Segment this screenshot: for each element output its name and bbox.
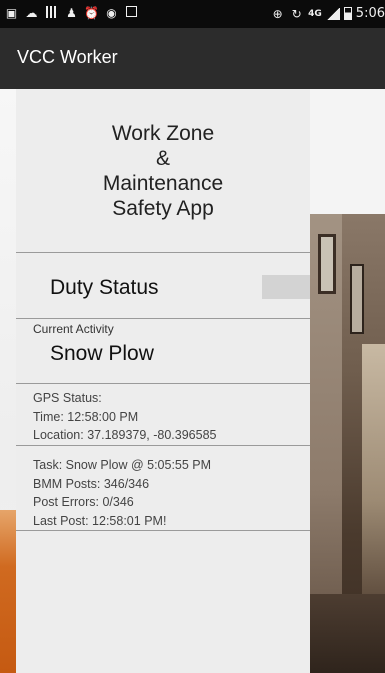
gps-status-block: GPS Status: Time: 12:58:00 PM Location: … [33, 389, 217, 445]
status-bar-clock: 5:06 [355, 6, 385, 21]
rotate-icon: ↻ [291, 6, 302, 21]
alarm-icon: ⏰ [84, 6, 99, 20]
task-status: Task: Snow Plow @ 5:05:55 PM [33, 458, 212, 472]
gps-time: Time: 12:58:00 PM [33, 409, 139, 424]
current-activity-value[interactable]: Snow Plow [50, 342, 154, 366]
battery-icon [343, 7, 352, 20]
status-bar: ▣ ☁ ♟ ⏰ ◉ ⊕ ↻ 4G 5:06 [0, 0, 385, 28]
app-screen: ▣ ☁ ♟ ⏰ ◉ ⊕ ↻ 4G 5:06 VCC Worker Work Zo… [0, 0, 385, 673]
status-bar-system: ⊕ ↻ 4G 5:06 [270, 6, 385, 21]
signal-icon [325, 7, 340, 20]
image-icon: ▣ [5, 6, 18, 20]
current-activity-caption: Current Activity [33, 322, 114, 336]
network-type-label: 4G [308, 8, 322, 19]
photo-hallway [362, 344, 385, 604]
last-post: Last Post: 12:58:01 PM! [33, 513, 167, 528]
heading-line-4: Safety App [112, 197, 214, 220]
post-stats-block: Task: Snow Plow @ 5:05:55 PM BMM Posts: … [33, 456, 211, 530]
app-title: VCC Worker [17, 47, 118, 67]
main-panel: Work Zone & Maintenance Safety App Duty … [16, 89, 326, 673]
photo-floor [310, 594, 385, 673]
app-icon-square [124, 6, 139, 20]
gps-location: Location: 37.189379, -80.396585 [33, 428, 217, 442]
photo-picture-frame-2 [350, 264, 364, 334]
barcode-icon [44, 6, 59, 20]
heading-line-2: & [155, 147, 170, 170]
duty-status-label: Duty Status [50, 276, 159, 299]
bmm-posts: BMM Posts: 346/346 [33, 476, 150, 491]
heading-divider [16, 252, 310, 253]
heading-line-3: Maintenance [102, 172, 224, 195]
action-bar: VCC Worker [0, 28, 385, 89]
app-heading: Work Zone & Maintenance Safety App [16, 121, 310, 221]
gps-status-label: GPS Status: [33, 391, 102, 405]
person-icon: ♟ [66, 6, 77, 20]
app-icon: ◉ [106, 6, 117, 20]
background-photo-left-orange [0, 510, 16, 673]
activity-divider [16, 383, 310, 384]
status-bar-notifications: ▣ ☁ ♟ ⏰ ◉ [4, 6, 139, 20]
gps-divider [16, 445, 310, 446]
heading-line-1: Work Zone [111, 122, 215, 145]
stats-divider [16, 530, 310, 531]
gps-icon: ⊕ [272, 6, 283, 21]
overlay-hallway-photo [310, 214, 385, 673]
cloud-upload-icon: ☁ [25, 6, 38, 20]
post-errors: Post Errors: 0/346 [33, 495, 134, 509]
photo-picture-frame [318, 234, 336, 294]
duty-divider [16, 318, 310, 319]
